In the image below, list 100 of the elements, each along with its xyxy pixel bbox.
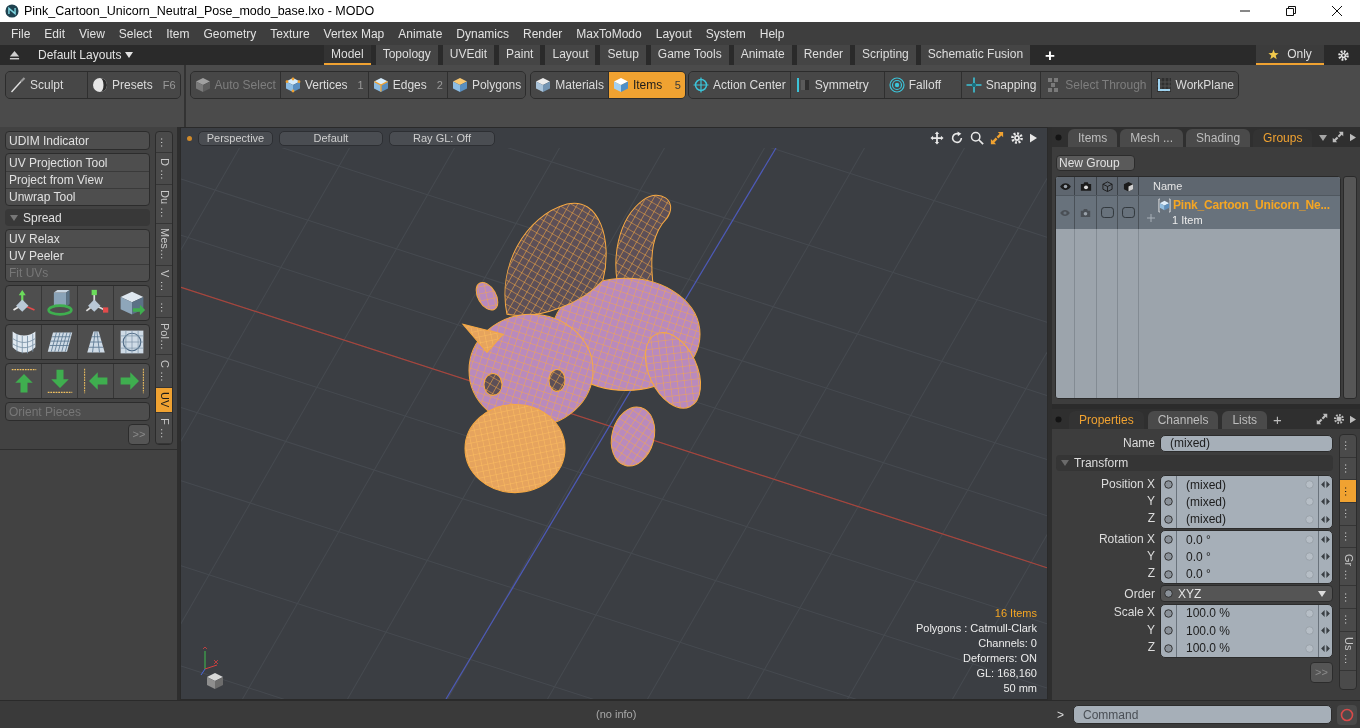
menu-item[interactable]: Edit <box>37 24 73 43</box>
panel-tab[interactable]: Mesh ... <box>1120 129 1184 147</box>
rotate-cube-icon <box>45 289 74 317</box>
number-field[interactable]: 0.0 ° <box>1161 565 1332 583</box>
toolbar-button[interactable]: Edges 2 <box>367 72 447 98</box>
number-field[interactable]: 0.0 ° <box>1161 548 1332 566</box>
tree-row[interactable]: Pink_Cartoon_Unicorn_Ne... 1 Item <box>1056 195 1340 229</box>
layout-tab[interactable]: Schematic Fusion <box>920 45 1031 65</box>
number-field[interactable]: (mixed) <box>1161 493 1332 511</box>
menu-item[interactable]: File <box>4 24 38 43</box>
toolbar-button[interactable]: Vertices 1 <box>279 72 368 98</box>
arrows-icon <box>1321 609 1330 617</box>
command-field[interactable]: Command <box>1073 705 1332 724</box>
side-tab[interactable]: … <box>1340 586 1356 610</box>
section-header[interactable]: Spread <box>5 209 150 226</box>
viewport-option-button[interactable]: Perspective <box>198 130 273 146</box>
number-field[interactable]: 0.0 ° <box>1161 530 1332 549</box>
panel-tab[interactable]: Items <box>1068 129 1118 147</box>
panel-tab[interactable]: Groups <box>1253 129 1313 147</box>
side-tab[interactable]: C … <box>156 355 172 388</box>
order-dropdown[interactable]: XYZ <box>1160 585 1333 603</box>
scrollbar[interactable] <box>1343 176 1357 399</box>
side-tab[interactable]: UV <box>156 387 172 414</box>
layout-tab[interactable]: Render <box>796 45 851 65</box>
panel-tab[interactable]: Properties <box>1069 411 1144 429</box>
side-tab[interactable]: Gr … <box>1340 548 1356 587</box>
tool-button[interactable]: UV Relax <box>6 230 149 247</box>
layout-tab[interactable]: Topology <box>375 45 438 65</box>
number-field[interactable]: 100.0 % <box>1161 622 1332 640</box>
panel-tab[interactable]: Lists <box>1222 411 1268 429</box>
number-field[interactable]: 100.0 % <box>1161 639 1332 657</box>
menu-item[interactable]: Geometry <box>196 24 264 43</box>
side-tab[interactable]: … <box>1340 480 1356 504</box>
menu-item[interactable]: Help <box>752 24 792 43</box>
group-name: Pink_Cartoon_Unicorn_Ne... <box>1173 197 1330 214</box>
toolbar-button[interactable]: Action Center <box>688 72 790 98</box>
menu-item[interactable]: Vertex Map <box>316 24 392 43</box>
side-tab[interactable]: … <box>1340 503 1356 526</box>
tool-button[interactable]: UV Projection Tool <box>6 154 149 171</box>
tool-button[interactable]: Unwrap Tool <box>6 188 149 205</box>
toolbar-button[interactable]: Materials <box>531 72 608 98</box>
section-header[interactable]: Transform <box>1056 455 1333 471</box>
layouts-dropdown[interactable]: Default Layouts <box>38 46 134 64</box>
menu-item[interactable]: MaxToModo <box>569 24 649 43</box>
toolbar-button[interactable]: WorkPlane <box>1150 72 1238 98</box>
side-tab[interactable]: V … <box>156 265 172 298</box>
viewport-option-button[interactable]: Default <box>279 130 383 146</box>
toolbar-button[interactable]: Symmetry <box>789 72 884 98</box>
toolbar-button[interactable]: Presets F6 <box>87 72 180 98</box>
tool-button[interactable]: Project from View <box>6 171 149 188</box>
menu-item[interactable]: Item <box>159 24 197 43</box>
menu-item[interactable]: Animate <box>391 24 450 43</box>
number-field[interactable]: 100.0 % <box>1161 604 1332 623</box>
layout-tab[interactable]: Game Tools <box>650 45 729 65</box>
circle-icon <box>1305 608 1314 618</box>
side-tab[interactable]: Du … <box>156 185 172 224</box>
side-tab[interactable]: … <box>1340 609 1356 632</box>
layout-tab[interactable]: Scripting <box>855 45 916 65</box>
side-tab[interactable]: D … <box>156 153 172 186</box>
side-tab[interactable]: Pol… <box>156 318 172 356</box>
favorites-filter-button[interactable]: Only <box>1256 45 1324 65</box>
menu-item[interactable]: Dynamics <box>449 24 516 43</box>
number-field[interactable]: (mixed) <box>1161 510 1332 528</box>
side-tab[interactable]: Mes… <box>156 223 172 266</box>
menu-item[interactable]: Render <box>516 24 570 43</box>
toolbar-button[interactable]: Items 5 <box>607 72 685 98</box>
number-field[interactable]: (mixed) <box>1161 476 1332 494</box>
layout-tab[interactable]: Setup <box>600 45 646 65</box>
layout-tab[interactable]: Animate <box>733 45 792 65</box>
name-field[interactable]: (mixed) <box>1160 434 1333 452</box>
panel-tab[interactable]: Channels <box>1147 411 1219 429</box>
viewport-option-button[interactable]: Ray GL: Off <box>389 130 495 146</box>
circle-icon <box>1305 626 1314 636</box>
add-tab-button[interactable]: + <box>1273 412 1282 427</box>
layout-tab[interactable]: Layout <box>545 45 596 65</box>
circle-icon <box>1164 514 1173 524</box>
layout-tab[interactable]: UVEdit <box>442 45 495 65</box>
menu-item[interactable]: Texture <box>263 24 317 43</box>
record-button[interactable] <box>1337 704 1357 725</box>
panel-tab[interactable]: Shading <box>1186 129 1251 147</box>
toolbar-button[interactable]: Falloff <box>883 72 961 98</box>
add-layout-button[interactable]: + <box>1035 45 1066 65</box>
side-tab[interactable]: Us … <box>1340 631 1356 671</box>
tool-button[interactable]: UDIM Indicator <box>6 132 149 149</box>
side-tab[interactable]: … <box>1340 525 1356 549</box>
menu-item[interactable]: System <box>698 24 753 43</box>
toolbar-button[interactable]: Sculpt <box>6 72 87 98</box>
new-group-button[interactable]: New Group <box>1056 155 1135 171</box>
menu-item[interactable]: Layout <box>648 24 699 43</box>
side-tab[interactable]: F … <box>156 413 172 444</box>
layout-tab[interactable]: Model <box>324 45 371 65</box>
menu-item[interactable]: View <box>72 24 112 43</box>
toolbar-button[interactable]: Snapping <box>960 72 1041 98</box>
side-tab[interactable]: … <box>156 132 172 154</box>
layout-tab[interactable]: Paint <box>499 45 541 65</box>
side-tab[interactable]: … <box>1340 435 1356 458</box>
toolbar-button[interactable]: Polygons <box>446 72 526 98</box>
tool-button[interactable]: UV Peeler <box>6 247 149 264</box>
side-tab[interactable]: … <box>156 297 172 319</box>
menu-item[interactable]: Select <box>111 24 160 43</box>
